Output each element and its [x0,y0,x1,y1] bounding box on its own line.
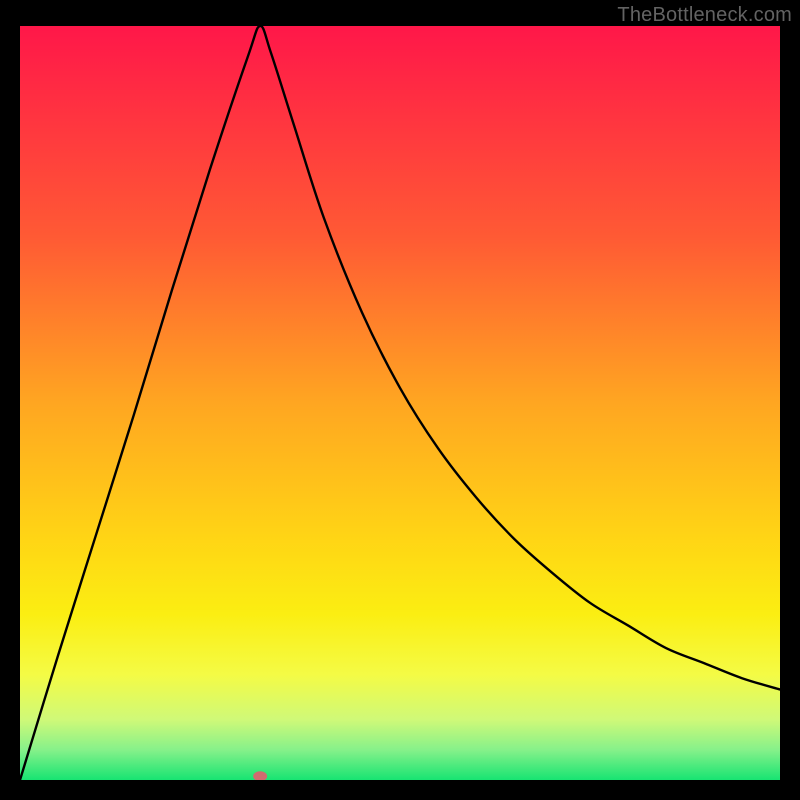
plot-area [20,26,780,780]
watermark-label: TheBottleneck.com [617,4,792,27]
curve-layer [20,26,780,780]
minimum-marker [253,771,267,780]
bottleneck-chart: TheBottleneck.com [0,0,800,800]
bottleneck-curve-path [20,26,780,780]
